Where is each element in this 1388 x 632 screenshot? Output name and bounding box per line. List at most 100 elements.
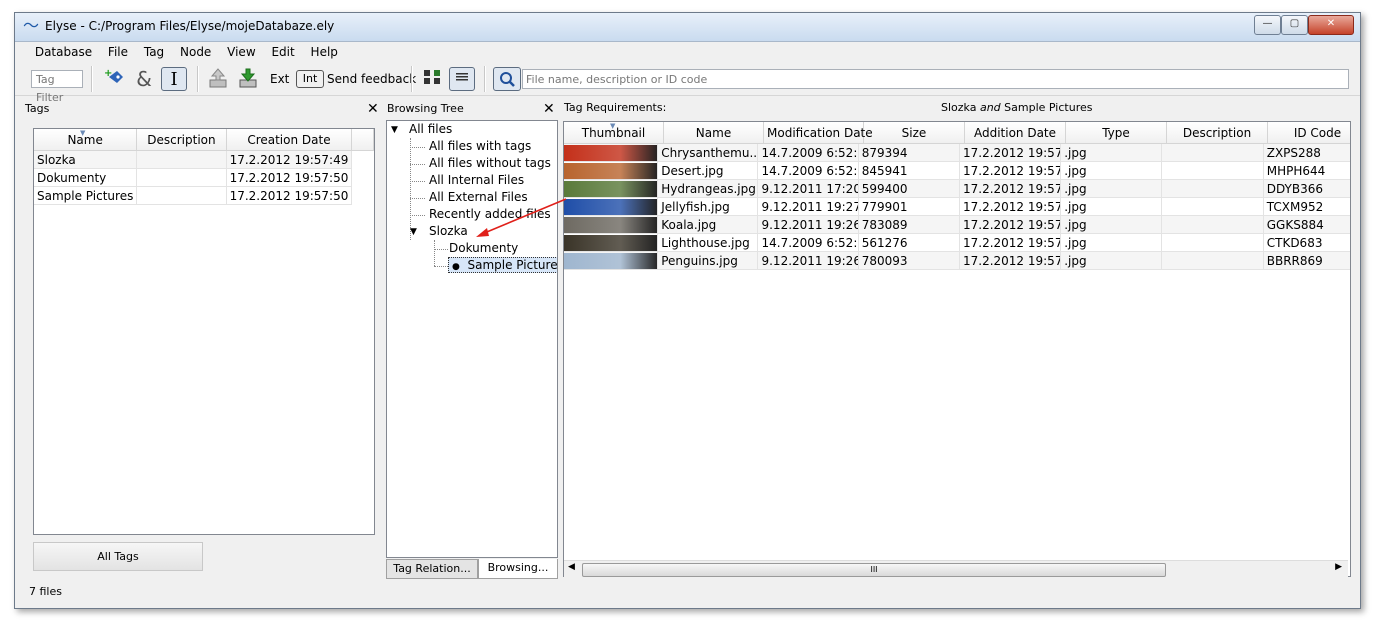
tag-date: 17.2.2012 19:57:50 bbox=[226, 186, 353, 205]
column-header-size[interactable]: Size bbox=[863, 122, 965, 144]
external-label[interactable]: Ext bbox=[270, 72, 289, 86]
tag-filter-input[interactable]: Tag Filter bbox=[31, 70, 83, 104]
file-name: Lighthouse.jpg bbox=[657, 233, 759, 252]
tree-node-all-internal-files[interactable]: All Internal Files bbox=[429, 172, 524, 189]
thumbnail-image bbox=[564, 162, 657, 179]
browsing-tree: ▼ All files All files with tags All file… bbox=[386, 120, 558, 558]
table-row[interactable]: Penguins.jpg9.12.2011 19:26:4378009317.2… bbox=[564, 251, 1350, 270]
table-row[interactable]: Sample Pictures 17.2.2012 19:57:50 bbox=[34, 186, 374, 205]
tags-panel-close-icon[interactable]: ✕ bbox=[367, 102, 379, 116]
toolbar-separator bbox=[411, 66, 413, 92]
tree-node-all-files-without-tags[interactable]: All files without tags bbox=[429, 155, 551, 172]
column-header-type[interactable]: Type bbox=[1065, 122, 1167, 144]
tree-node-all-external-files[interactable]: All External Files bbox=[429, 189, 528, 206]
table-row[interactable]: Lighthouse.jpg14.7.2009 6:52:2556127617.… bbox=[564, 233, 1350, 252]
expand-arrow-icon[interactable]: ▼ bbox=[391, 122, 398, 139]
column-header-name[interactable]: Name bbox=[663, 122, 764, 144]
tab-tag-relation[interactable]: Tag Relation... bbox=[386, 559, 478, 579]
requirement-operator: and bbox=[979, 101, 1001, 114]
tag-name: Sample Pictures bbox=[34, 186, 138, 205]
cell-filler bbox=[352, 169, 374, 187]
file-modification-date: 14.7.2009 6:52:25 bbox=[757, 161, 859, 180]
table-row[interactable]: Chrysanthemu...14.7.2009 6:52:2587939417… bbox=[564, 144, 1350, 162]
tree-node-slozka[interactable]: Slozka bbox=[429, 223, 468, 240]
scroll-right-icon[interactable]: ▶ bbox=[1335, 562, 1342, 572]
file-addition-date: 17.2.2012 19:57:51 bbox=[959, 215, 1062, 234]
text-cursor-button[interactable]: I bbox=[161, 67, 187, 91]
file-size: 779901 bbox=[858, 197, 960, 216]
menu-view[interactable]: View bbox=[221, 42, 261, 62]
table-row[interactable]: Desert.jpg14.7.2009 6:52:2584594117.2.20… bbox=[564, 161, 1350, 180]
tag-date: 17.2.2012 19:57:50 bbox=[226, 168, 353, 187]
thumbnail-cell bbox=[564, 233, 659, 252]
tag-date: 17.2.2012 19:57:49 bbox=[226, 150, 353, 169]
column-header-name[interactable]: Name bbox=[34, 129, 138, 151]
table-row[interactable]: Hydrangeas.jpg9.12.2011 17:20:0859940017… bbox=[564, 179, 1350, 198]
add-tag-icon[interactable]: + bbox=[101, 67, 127, 91]
send-feedback-link[interactable]: Send feedback bbox=[327, 72, 416, 86]
file-id-code: MHPH644 bbox=[1263, 161, 1350, 180]
table-row[interactable]: Jellyfish.jpg9.12.2011 19:27:1777990117.… bbox=[564, 197, 1350, 216]
menu-edit[interactable]: Edit bbox=[265, 42, 300, 62]
table-row[interactable]: Slozka 17.2.2012 19:57:49 bbox=[34, 150, 374, 169]
tree-connector bbox=[410, 147, 425, 148]
close-button[interactable]: ✕ bbox=[1308, 15, 1354, 35]
thumbnail-cell bbox=[564, 251, 659, 270]
tags-panel-title: Tags bbox=[25, 102, 50, 115]
file-addition-date: 17.2.2012 19:57:50 bbox=[959, 161, 1062, 180]
tree-node-dokumenty[interactable]: Dokumenty bbox=[449, 240, 518, 257]
search-icon[interactable] bbox=[493, 67, 521, 91]
tree-node-sample-pictures[interactable]: ● Sample Pictures bbox=[448, 257, 557, 274]
tag-name: Dokumenty bbox=[34, 168, 138, 187]
internal-toggle[interactable]: Int bbox=[296, 70, 324, 88]
toolbar: Tag Filter + & I Ext Int Send feedback F… bbox=[15, 63, 1360, 104]
search-input[interactable]: File name, description or ID code bbox=[522, 69, 1349, 89]
maximize-button[interactable]: ▢ bbox=[1281, 15, 1308, 35]
column-header-id-code[interactable]: ID Code bbox=[1267, 122, 1350, 144]
menu-help[interactable]: Help bbox=[305, 42, 344, 62]
column-header-creation-date[interactable]: Creation Date bbox=[226, 129, 353, 151]
file-modification-date: 9.12.2011 19:26:43 bbox=[757, 251, 859, 270]
file-description bbox=[1161, 179, 1264, 198]
expand-arrow-icon[interactable]: ▼ bbox=[410, 224, 417, 241]
and-operator-button[interactable]: & bbox=[131, 67, 157, 91]
column-header-modification-date[interactable]: Modification Date bbox=[763, 122, 873, 144]
thumbnail-image bbox=[564, 180, 657, 197]
file-id-code: DDYB366 bbox=[1263, 179, 1350, 198]
menu-node[interactable]: Node bbox=[174, 42, 217, 62]
title-bar[interactable]: 〜 Elyse - C:/Program Files/Elyse/mojeDat… bbox=[15, 13, 1360, 42]
table-row[interactable]: Dokumenty 17.2.2012 19:57:50 bbox=[34, 168, 374, 187]
minimize-button[interactable]: — bbox=[1254, 15, 1281, 35]
column-header-description[interactable]: Description bbox=[136, 129, 227, 151]
menu-bar: Database File Tag Node View Edit Help bbox=[15, 42, 1360, 62]
scroll-left-icon[interactable]: ◀ bbox=[568, 562, 575, 572]
tree-node-all-files[interactable]: All files bbox=[409, 121, 452, 138]
tree-connector bbox=[410, 215, 425, 216]
table-row[interactable]: Koala.jpg9.12.2011 19:26:5178308917.2.20… bbox=[564, 215, 1350, 234]
menu-tag[interactable]: Tag bbox=[138, 42, 170, 62]
file-addition-date: 17.2.2012 19:57:50 bbox=[959, 197, 1062, 216]
file-id-code: GGKS884 bbox=[1263, 215, 1350, 234]
column-header-addition-date[interactable]: Addition Date bbox=[964, 122, 1066, 144]
scroll-thumb[interactable]: III bbox=[582, 563, 1166, 577]
tree-node-all-files-with-tags[interactable]: All files with tags bbox=[429, 138, 531, 155]
thumbnail-view-icon[interactable] bbox=[419, 67, 445, 91]
column-header-description[interactable]: Description bbox=[1166, 122, 1268, 144]
menu-file[interactable]: File bbox=[102, 42, 134, 62]
sort-indicator-icon: ▼ bbox=[610, 122, 616, 130]
file-description bbox=[1161, 233, 1264, 252]
thumbnail-cell bbox=[564, 215, 659, 234]
export-icon[interactable] bbox=[205, 67, 231, 91]
list-view-icon[interactable] bbox=[449, 67, 475, 91]
import-icon[interactable] bbox=[235, 67, 261, 91]
all-tags-button[interactable]: All Tags bbox=[33, 542, 203, 571]
file-modification-date: 14.7.2009 6:52:25 bbox=[757, 233, 859, 252]
file-name: Chrysanthemu... bbox=[657, 144, 759, 162]
tab-browsing[interactable]: Browsing... bbox=[478, 559, 558, 579]
file-id-code: CTKD683 bbox=[1263, 233, 1350, 252]
horizontal-scrollbar[interactable]: ◀ III ▶ bbox=[564, 560, 1348, 578]
files-table: ▼ Thumbnail Name Modification Date Size … bbox=[563, 121, 1351, 577]
tree-node-recently-added[interactable]: Recently added files bbox=[429, 206, 551, 223]
menu-database[interactable]: Database bbox=[29, 42, 98, 62]
browsing-tree-close-icon[interactable]: ✕ bbox=[543, 102, 555, 116]
